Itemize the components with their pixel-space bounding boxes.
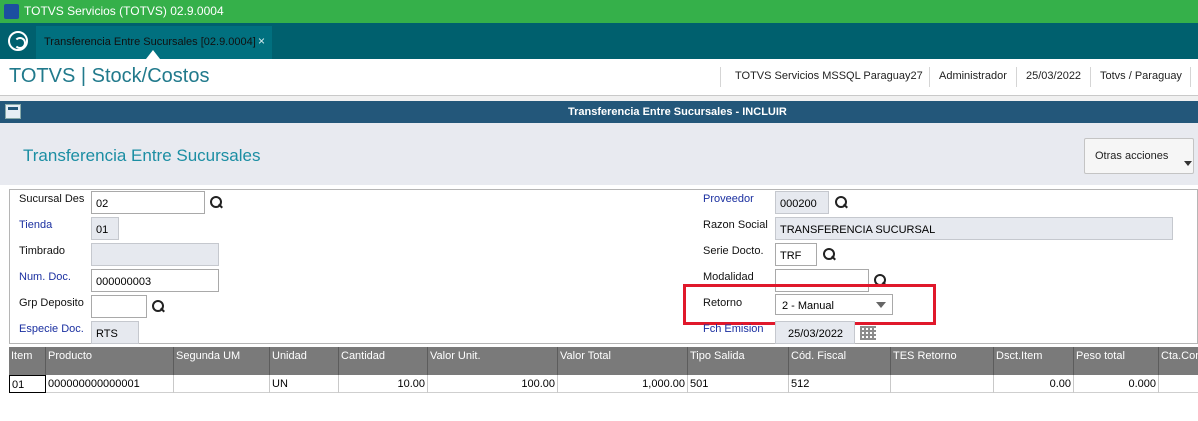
module-header: TOTVS | Stock/Costos TOTVS Servicios MSS…: [0, 59, 1198, 96]
close-tab-icon[interactable]: ×: [258, 34, 265, 48]
grid-cell[interactable]: 100.00: [428, 375, 558, 393]
razon-social-label: Razon Social: [703, 219, 768, 231]
column-header[interactable]: Cta.Con: [1159, 347, 1198, 375]
module-brand: TOTVS | Stock/Costos: [9, 65, 210, 87]
column-header[interactable]: Cód. Fiscal: [789, 347, 891, 375]
dialog-title-bar: Transferencia Entre Sucursales - INCLUIR: [0, 101, 1198, 123]
column-header[interactable]: Unidad: [270, 347, 339, 375]
grid-cell[interactable]: [891, 375, 994, 393]
especie-doc-label: Especie Doc.: [19, 323, 84, 335]
column-header[interactable]: Peso total: [1074, 347, 1159, 375]
header-divider: [929, 67, 930, 87]
column-header[interactable]: Cantidad: [339, 347, 428, 375]
dialog-title: Transferencia Entre Sucursales - INCLUIR: [568, 106, 787, 118]
other-actions-button[interactable]: Otras acciones: [1084, 138, 1194, 174]
form-header: Transferencia Entre Sucursales Otras acc…: [0, 123, 1198, 185]
razon-social-field[interactable]: TRANSFERENCIA SUCURSAL: [775, 217, 1173, 240]
grid-cell[interactable]: 501: [688, 375, 789, 393]
column-header[interactable]: Valor Total: [558, 347, 688, 375]
highlight-box: [683, 284, 936, 325]
home-icon[interactable]: [8, 31, 28, 51]
tienda-label: Tienda: [19, 219, 53, 231]
column-header[interactable]: Dsct.Item: [994, 347, 1074, 375]
column-header[interactable]: Valor Unit.: [428, 347, 558, 375]
other-actions-label: Otras acciones: [1095, 150, 1169, 162]
grid-cell[interactable]: 01: [9, 375, 46, 393]
tab-transferencia[interactable]: Transferencia Entre Sucursales [02.9.000…: [36, 26, 272, 59]
chevron-down-icon: [1184, 161, 1192, 166]
sucursal-des-label: Sucursal Des: [19, 193, 85, 205]
search-icon[interactable]: [152, 300, 166, 314]
window-title-bar: TOTVS Servicios (TOTVS) 02.9.0004: [0, 0, 1198, 23]
search-icon[interactable]: [210, 196, 224, 210]
fch-emision-field[interactable]: 25/03/2022: [775, 321, 855, 344]
grid-cell[interactable]: 000000000000001: [46, 375, 174, 393]
user-label[interactable]: Administrador: [939, 70, 1007, 82]
modalidad-label: Modalidad: [703, 271, 754, 283]
search-icon[interactable]: [823, 248, 837, 262]
header-divider: [1090, 67, 1091, 87]
date-label[interactable]: 25/03/2022: [1026, 70, 1081, 82]
sucursal-des-field[interactable]: 02: [91, 191, 205, 214]
proveedor-label: Proveedor: [703, 193, 754, 205]
grid-cell[interactable]: 10.00: [339, 375, 428, 393]
active-tab-indicator: [146, 50, 160, 59]
form-title: Transferencia Entre Sucursales: [23, 146, 261, 165]
tienda-field[interactable]: 01: [91, 217, 119, 240]
company-label[interactable]: Totvs / Paraguay: [1100, 70, 1182, 82]
calendar-icon[interactable]: [860, 326, 876, 340]
grid-cell[interactable]: [1159, 375, 1198, 393]
timbrado-field[interactable]: [91, 243, 219, 266]
grp-deposito-field[interactable]: [91, 295, 147, 318]
grid-cell[interactable]: UN: [270, 375, 339, 393]
header-divider: [1190, 67, 1191, 87]
column-header[interactable]: Segunda UM: [174, 347, 270, 375]
items-grid: Item Producto Segunda UM Unidad Cantidad…: [9, 347, 1198, 421]
especie-doc-field[interactable]: RTS: [91, 321, 139, 344]
window-title: TOTVS Servicios (TOTVS) 02.9.0004: [24, 4, 224, 18]
search-icon[interactable]: [835, 196, 849, 210]
column-header[interactable]: Tipo Salida: [688, 347, 789, 375]
tab-label: Transferencia Entre Sucursales [02.9.000…: [44, 36, 256, 48]
grp-deposito-label: Grp Deposito: [19, 297, 84, 309]
grid-cell[interactable]: 0.000: [1074, 375, 1159, 393]
table-row[interactable]: 01 000000000000001 UN 10.00 100.00 1,000…: [9, 375, 1198, 393]
proveedor-field[interactable]: 000200: [775, 191, 829, 214]
column-header[interactable]: Producto: [46, 347, 174, 375]
num-doc-field[interactable]: 000000003: [91, 269, 219, 292]
grid-cell[interactable]: 1,000.00: [558, 375, 688, 393]
tab-bar: Transferencia Entre Sucursales [02.9.000…: [0, 23, 1198, 59]
fch-emision-label: Fch Emision: [703, 323, 764, 335]
grid-header: Item Producto Segunda UM Unidad Cantidad…: [9, 347, 1198, 375]
environment-label[interactable]: TOTVS Servicios MSSQL Paraguay27: [735, 70, 923, 82]
column-header[interactable]: TES Retorno: [891, 347, 994, 375]
header-divider: [720, 67, 721, 87]
header-divider: [1016, 67, 1017, 87]
grid-cell[interactable]: 0.00: [994, 375, 1074, 393]
grid-cell[interactable]: 512: [789, 375, 891, 393]
window-icon: [5, 104, 21, 119]
serie-docto-label: Serie Docto.: [703, 245, 764, 257]
serie-docto-field[interactable]: TRF: [775, 243, 817, 266]
grid-cell[interactable]: [174, 375, 270, 393]
num-doc-label: Num. Doc.: [19, 271, 71, 283]
app-icon: [4, 4, 19, 19]
column-header[interactable]: Item: [9, 347, 46, 375]
timbrado-label: Timbrado: [19, 245, 66, 257]
